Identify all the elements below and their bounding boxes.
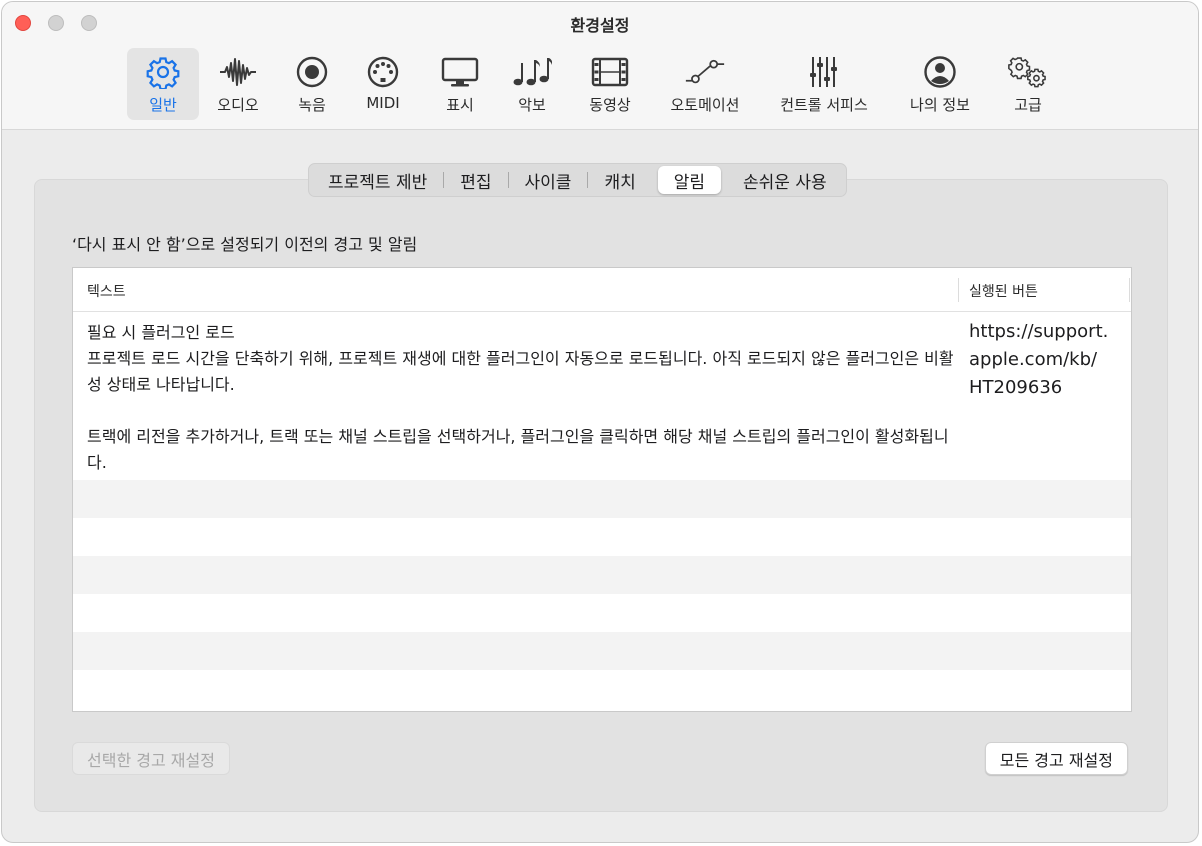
toolbar-item-advanced[interactable]: 고급 (997, 48, 1059, 120)
toolbar-item-automation[interactable]: 오토메이션 (659, 48, 751, 120)
title-bar: 환경설정 일반 오디오 녹음 MIDI 표시 악보 동영상 오토메이션 컨트롤 … (2, 2, 1198, 130)
toolbar-label: 표시 (446, 96, 474, 114)
waveform-icon (218, 52, 258, 92)
preferences-window: 환경설정 일반 오디오 녹음 MIDI 표시 악보 동영상 오토메이션 컨트롤 … (1, 1, 1199, 843)
alerts-table[interactable]: 텍스트 실행된 버튼 필요 시 플러그인 로드 프로젝트 로드 시간을 단축하기… (72, 267, 1132, 712)
toolbar-label: 오디오 (217, 96, 259, 114)
preferences-toolbar: 일반 오디오 녹음 MIDI 표시 악보 동영상 오토메이션 컨트롤 서피스 나… (2, 48, 1198, 120)
record-icon (292, 52, 332, 92)
toolbar-item-control-surfaces[interactable]: 컨트롤 서피스 (767, 48, 881, 120)
toolbar-label: 오토메이션 (670, 96, 740, 114)
alert-button-cell: https://support.apple.com/kb/HT209636 (969, 321, 1109, 398)
automation-curve-icon (685, 52, 725, 92)
column-header-button[interactable]: 실행된 버튼 (969, 281, 1038, 301)
empty-row (73, 632, 1131, 670)
empty-row (73, 480, 1131, 518)
empty-row (73, 518, 1131, 556)
column-divider[interactable] (1129, 278, 1130, 302)
toolbar-label: 고급 (1014, 96, 1042, 114)
alert-text-cell: 필요 시 플러그인 로드 프로젝트 로드 시간을 단축하기 위해, 프로젝트 재… (87, 320, 967, 476)
gears-icon (1008, 52, 1048, 92)
table-row[interactable]: 필요 시 플러그인 로드 프로젝트 로드 시간을 단축하기 위해, 프로젝트 재… (73, 312, 1131, 480)
column-header-text[interactable]: 텍스트 (87, 281, 126, 301)
film-icon (590, 52, 630, 92)
toolbar-item-audio[interactable]: 오디오 (205, 48, 271, 120)
column-divider[interactable] (958, 278, 959, 302)
table-header: 텍스트 실행된 버튼 (73, 268, 1131, 312)
empty-row (73, 556, 1131, 594)
person-icon (920, 52, 960, 92)
preference-tabs: 프로젝트 제반 편집 사이클 캐치 알림 손쉬운 사용 (308, 163, 847, 197)
sliders-icon (804, 52, 844, 92)
midi-port-icon (363, 52, 403, 92)
gear-icon (143, 52, 183, 92)
toolbar-label: 나의 정보 (910, 96, 970, 114)
toolbar-label: 녹음 (298, 96, 326, 114)
toolbar-item-general[interactable]: 일반 (127, 48, 199, 120)
alert-title: 필요 시 플러그인 로드 (87, 323, 235, 342)
toolbar-item-recording[interactable]: 녹음 (281, 48, 343, 120)
section-title: ‘다시 표시 안 함’으로 설정되기 이전의 경고 및 알림 (72, 235, 418, 254)
tab-accessibility[interactable]: 손쉬운 사용 (727, 166, 843, 194)
tab-editing[interactable]: 편집 (444, 166, 507, 194)
toolbar-item-display[interactable]: 표시 (427, 48, 493, 120)
empty-row (73, 594, 1131, 632)
window-title: 환경설정 (570, 16, 630, 35)
music-notes-icon (512, 52, 552, 92)
tab-cycle[interactable]: 사이클 (509, 166, 588, 194)
reset-selected-alerts-button[interactable]: 선택한 경고 재설정 (72, 742, 230, 775)
toolbar-item-score[interactable]: 악보 (501, 48, 563, 120)
toolbar-item-movie[interactable]: 동영상 (577, 48, 643, 120)
toolbar-label: MIDI (366, 94, 400, 112)
toolbar-label: 동영상 (589, 96, 631, 114)
toolbar-item-my-info[interactable]: 나의 정보 (897, 48, 983, 120)
tab-project-handling[interactable]: 프로젝트 제반 (312, 166, 443, 194)
empty-row (73, 670, 1131, 708)
display-icon (440, 52, 480, 92)
alert-body: 프로젝트 로드 시간을 단축하기 위해, 프로젝트 재생에 대한 플러그인이 자… (87, 349, 954, 394)
toolbar-label: 일반 (149, 96, 177, 114)
toolbar-label: 컨트롤 서피스 (780, 96, 868, 114)
toolbar-label: 악보 (518, 96, 546, 114)
reset-all-alerts-button[interactable]: 모든 경고 재설정 (984, 742, 1128, 775)
tab-catch[interactable]: 캐치 (588, 166, 651, 194)
tab-notifications[interactable]: 알림 (657, 166, 722, 194)
toolbar-item-midi[interactable]: MIDI (353, 48, 413, 120)
alert-body: 트랙에 리전을 추가하거나, 트랙 또는 채널 스트립을 선택하거나, 플러그인… (87, 427, 949, 472)
